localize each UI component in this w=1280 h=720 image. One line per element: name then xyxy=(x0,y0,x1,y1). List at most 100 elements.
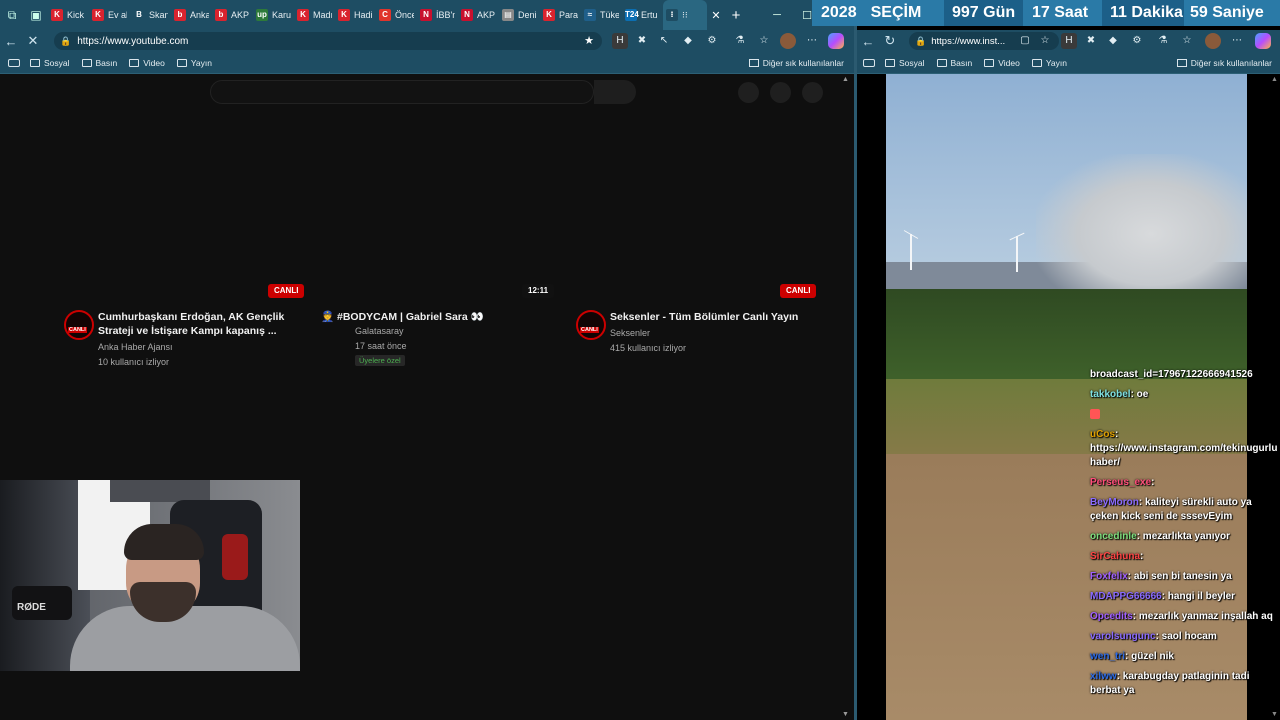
address-bar[interactable]: 🔒 https://www.youtube.com ★ xyxy=(54,32,602,50)
youtube-search-input[interactable] xyxy=(210,80,594,104)
bookmark-folder[interactable]: Yayın xyxy=(1031,57,1067,68)
channel-name[interactable]: Seksenler xyxy=(610,328,650,338)
channel-avatar[interactable]: CANLI xyxy=(64,310,94,340)
new-tab-button[interactable]: + xyxy=(725,7,747,24)
extension-hh-icon[interactable]: H xyxy=(1061,33,1077,49)
chat-username: varolsungunc xyxy=(1090,631,1156,642)
chat-badge-icon xyxy=(1090,409,1100,420)
folder-icon xyxy=(885,58,895,67)
bookmark-folder[interactable]: Sosyal xyxy=(885,58,925,68)
workspaces-icon[interactable]: ⧉ xyxy=(0,0,24,30)
scroll-up-icon[interactable]: ▲ xyxy=(1271,76,1278,83)
split-screen-icon[interactable]: ⚗ xyxy=(732,33,748,49)
tab-label: Deni xyxy=(518,10,537,20)
bookmark-folder[interactable]: Video xyxy=(129,58,165,68)
extensions-icon[interactable]: ⚙ xyxy=(1129,33,1145,49)
refresh-icon[interactable]: ↻ xyxy=(879,30,901,52)
extension-hh-icon[interactable]: H xyxy=(612,33,628,49)
chat-username: wen_tri xyxy=(1090,651,1126,662)
bookmark-manager-icon[interactable] xyxy=(863,58,875,67)
page-scrollbar[interactable]: ▲ ▼ xyxy=(840,74,850,720)
tab[interactable]: K Kick xyxy=(48,0,89,30)
profile-avatar[interactable] xyxy=(1205,33,1221,49)
tab[interactable]: K Ev al xyxy=(89,0,130,30)
more-menu-icon[interactable]: ⋯ xyxy=(804,33,820,49)
tab[interactable]: B Skan xyxy=(130,0,171,30)
minimize-icon[interactable]: ─ xyxy=(764,0,790,30)
tab[interactable]: ≈ Tüke xyxy=(581,0,622,30)
other-bookmarks[interactable]: Diğer sık kullanılanlar xyxy=(1176,58,1272,68)
tab[interactable]: K Para xyxy=(540,0,581,30)
extension-puzzle-icon[interactable]: ✖ xyxy=(634,33,650,49)
favorite-star-icon[interactable]: ★ xyxy=(584,34,594,47)
bookmark-folder[interactable]: Sosyal xyxy=(30,58,70,68)
chat-text: broadcast_id=17967122666941526 xyxy=(1090,369,1253,380)
notifications-icon[interactable] xyxy=(770,82,791,103)
back-icon[interactable]: ← xyxy=(857,30,879,52)
copilot-icon[interactable] xyxy=(828,33,844,49)
scroll-down-icon[interactable]: ▼ xyxy=(842,711,849,718)
bookmarks-bar: Sosyal Basın Video Yayın Diğer sık kullanıl… xyxy=(0,52,854,74)
chat-username: SirCahuna xyxy=(1090,551,1141,562)
split-screen-icon[interactable]: ⚗ xyxy=(1155,33,1171,49)
close-tab-icon[interactable]: ✕ xyxy=(707,9,725,22)
extension-pin-icon[interactable]: ◆ xyxy=(1105,33,1121,49)
more-menu-icon[interactable]: ⋯ xyxy=(1229,33,1245,49)
tab-actions-icon[interactable]: ▣ xyxy=(24,0,48,30)
video-card[interactable]: CANLI Cumhurbaşkanı Erdoğan, AK Gençlik … xyxy=(64,310,304,370)
favorites-icon[interactable]: ☆ xyxy=(1179,33,1195,49)
tab[interactable]: K Madı xyxy=(294,0,335,30)
video-title[interactable]: 👮 #BODYCAM | Gabriel Sara 👀 xyxy=(321,310,531,324)
video-card[interactable]: CANLI Seksenler - Tüm Bölümler Canlı Yay… xyxy=(576,310,816,370)
profile-avatar[interactable] xyxy=(780,33,796,49)
channel-avatar[interactable]: CANLI xyxy=(576,310,606,340)
tab-active[interactable]: ⁝ ⁝⁝ xyxy=(663,0,707,30)
back-icon[interactable]: ← xyxy=(0,30,22,52)
chat-text: : https://www.instagram.com/tekinugurluh… xyxy=(1090,429,1278,468)
address-bar-row: ← ✕ 🔒 https://www.youtube.com ★ xyxy=(0,30,854,52)
account-avatar[interactable] xyxy=(802,82,823,103)
tab-label: Karu xyxy=(272,10,291,20)
scroll-up-icon[interactable]: ▲ xyxy=(842,76,849,83)
bookmark-folder[interactable]: Video xyxy=(984,58,1020,68)
favorite-star-icon[interactable]: ☆ xyxy=(1037,33,1053,49)
tab[interactable]: K Hadi xyxy=(335,0,376,30)
video-card[interactable]: 👮 #BODYCAM | Gabriel Sara 👀 Galatasaray … xyxy=(321,310,561,370)
favorites-icon[interactable]: ☆ xyxy=(756,33,772,49)
bookmark-manager-icon[interactable] xyxy=(8,58,20,67)
bookmark-folder[interactable]: Basın xyxy=(81,58,117,68)
tab[interactable]: ▤ Deni xyxy=(499,0,540,30)
chat-message: BeyMoron: kaliteyi sürekli auto ya çeken… xyxy=(1090,496,1280,524)
video-title[interactable]: Seksenler - Tüm Bölümler Canlı Yayın xyxy=(610,310,820,324)
bookmark-folder[interactable]: Basın xyxy=(936,58,972,68)
channel-name[interactable]: Anka Haber Ajansı xyxy=(98,342,173,352)
video-title[interactable]: Cumhurbaşkanı Erdoğan, AK Gençlik Strate… xyxy=(98,310,308,338)
stop-loading-icon[interactable]: ✕ xyxy=(22,30,44,52)
folder-icon xyxy=(984,58,995,67)
extensions-icon[interactable]: ⚙ xyxy=(704,33,720,49)
create-icon[interactable] xyxy=(738,82,759,103)
scroll-down-icon[interactable]: ▼ xyxy=(1271,711,1278,718)
youtube-search-button[interactable] xyxy=(594,80,636,104)
copilot-icon[interactable] xyxy=(1255,33,1271,49)
other-bookmarks[interactable]: Diğer sık kullanılanlar xyxy=(748,58,844,68)
reader-view-icon[interactable]: ▢ xyxy=(1017,33,1033,49)
bookmark-label: Yayın xyxy=(1045,57,1067,68)
tab[interactable]: C Önce xyxy=(376,0,417,30)
cursor-icon: ↖ xyxy=(659,35,669,46)
tab-label: AKP xyxy=(477,10,496,20)
extension-puzzle-icon[interactable]: ✖ xyxy=(1083,33,1099,49)
video-stats: 10 kullanıcı izliyor xyxy=(98,357,170,367)
extension-pin-icon[interactable]: ◆ xyxy=(680,33,696,49)
tab[interactable]: N İBB'n xyxy=(417,0,458,30)
tab[interactable]: b Anka xyxy=(171,0,212,30)
tab[interactable]: N AKP xyxy=(458,0,499,30)
tab[interactable]: up Karu xyxy=(253,0,294,30)
countdown-days: 997 Gün xyxy=(944,0,1024,26)
bookmark-folder[interactable]: Yayın xyxy=(176,58,212,68)
channel-name[interactable]: Galatasaray xyxy=(355,326,404,336)
tab[interactable]: T24 Ertu xyxy=(622,0,663,30)
tab[interactable]: b AKP xyxy=(212,0,253,30)
chat-message: takkobel: oe xyxy=(1090,388,1280,402)
chat-text: : abi sen bi tanesin ya xyxy=(1127,571,1232,582)
